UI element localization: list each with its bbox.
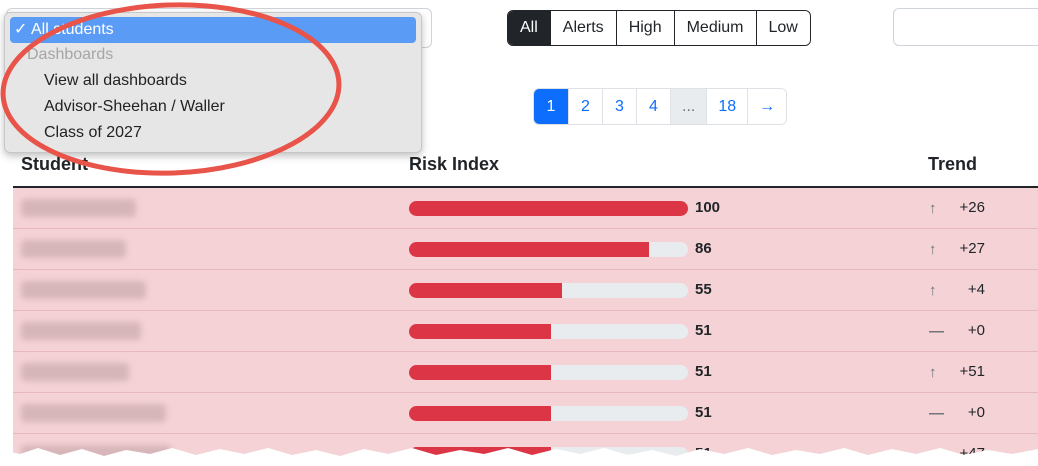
table-row[interactable]: Student name (blurred)51—+0: [13, 311, 1038, 352]
menu-group-label: Dashboards: [27, 46, 114, 63]
risk-progress-bar: [409, 201, 688, 216]
filter-medium-button[interactable]: Medium: [673, 11, 756, 45]
table-row[interactable]: Student name (blurred)55↑+4: [13, 270, 1038, 311]
risk-progress-fill: [409, 242, 649, 257]
dashboard-dropdown-menu: ✓ All students Dashboards View all dashb…: [4, 12, 422, 153]
torn-edge: [0, 448, 1038, 466]
risk-score: 51: [695, 363, 712, 380]
student-name-blurred[interactable]: Student name (blurred): [21, 199, 136, 217]
column-header-risk-index[interactable]: Risk Index: [409, 154, 499, 175]
risk-progress-fill: [409, 283, 563, 298]
risk-score: 55: [695, 281, 712, 298]
pagination: 1 2 3 4 ... 18 →: [533, 88, 788, 125]
table-header: Student Risk Index Trend: [13, 150, 1038, 188]
trend-value: +0: [967, 404, 985, 421]
page-1-link[interactable]: 1: [534, 89, 568, 124]
risk-progress-bar: [409, 365, 688, 380]
student-name-blurred[interactable]: Student name (blurred): [21, 322, 141, 340]
filter-alerts-button[interactable]: Alerts: [549, 11, 616, 45]
menu-option-class-dashboard[interactable]: Class of 2027: [44, 124, 142, 142]
risk-progress-fill: [409, 406, 552, 421]
next-page-arrow-icon[interactable]: →: [747, 89, 787, 124]
risk-score: 100: [695, 199, 721, 216]
page-18-link[interactable]: 18: [706, 89, 748, 124]
risk-progress-fill: [409, 365, 552, 380]
risk-score: 51: [695, 404, 712, 421]
table-row[interactable]: Student name (blurred)51↑+51: [13, 352, 1038, 393]
page-2-link[interactable]: 2: [568, 89, 602, 124]
student-name-blurred[interactable]: Student name (blurred): [21, 363, 129, 381]
menu-option-advisor-dashboard[interactable]: Advisor-Sheehan / Waller: [44, 98, 225, 116]
page-3-link[interactable]: 3: [602, 89, 636, 124]
risk-filter-group: All Alerts High Medium Low: [507, 10, 811, 46]
risk-progress-fill: [409, 324, 552, 339]
filter-low-button[interactable]: Low: [755, 11, 810, 45]
trend-value: +27: [959, 240, 985, 257]
filter-high-button[interactable]: High: [615, 11, 674, 45]
table-row[interactable]: Student name (blurred)86↑+27: [13, 229, 1038, 270]
page-4-link[interactable]: 4: [636, 89, 670, 124]
table-row[interactable]: Student name (blurred)51—+0: [13, 393, 1038, 434]
student-table-body: Student name (blurred)100↑+26Student nam…: [13, 188, 1038, 466]
filter-all-button[interactable]: All: [508, 11, 550, 45]
trend-value: +26: [959, 199, 985, 216]
risk-progress-fill: [409, 201, 688, 216]
trend-value: +0: [967, 322, 985, 339]
risk-progress-bar: [409, 283, 688, 298]
trend-value: +4: [967, 281, 985, 298]
risk-score: 86: [695, 240, 712, 257]
student-name-blurred[interactable]: Student name (blurred): [21, 404, 166, 422]
column-header-student[interactable]: Student: [21, 154, 88, 175]
table-row[interactable]: Student name (blurred)100↑+26: [13, 188, 1038, 229]
search-input[interactable]: [893, 8, 1038, 46]
page-ellipsis: ...: [670, 89, 707, 124]
student-name-blurred[interactable]: Student name (blurred): [21, 240, 126, 258]
menu-option-all-students[interactable]: ✓ All students: [10, 17, 416, 43]
risk-progress-bar: [409, 406, 688, 421]
menu-option-view-all-dashboards[interactable]: View all dashboards: [44, 72, 187, 90]
column-header-trend[interactable]: Trend: [928, 154, 977, 175]
risk-progress-bar: [409, 242, 688, 257]
student-name-blurred[interactable]: Student name (blurred): [21, 281, 146, 299]
trend-value: +51: [959, 363, 985, 380]
risk-score: 51: [695, 322, 712, 339]
risk-progress-bar: [409, 324, 688, 339]
